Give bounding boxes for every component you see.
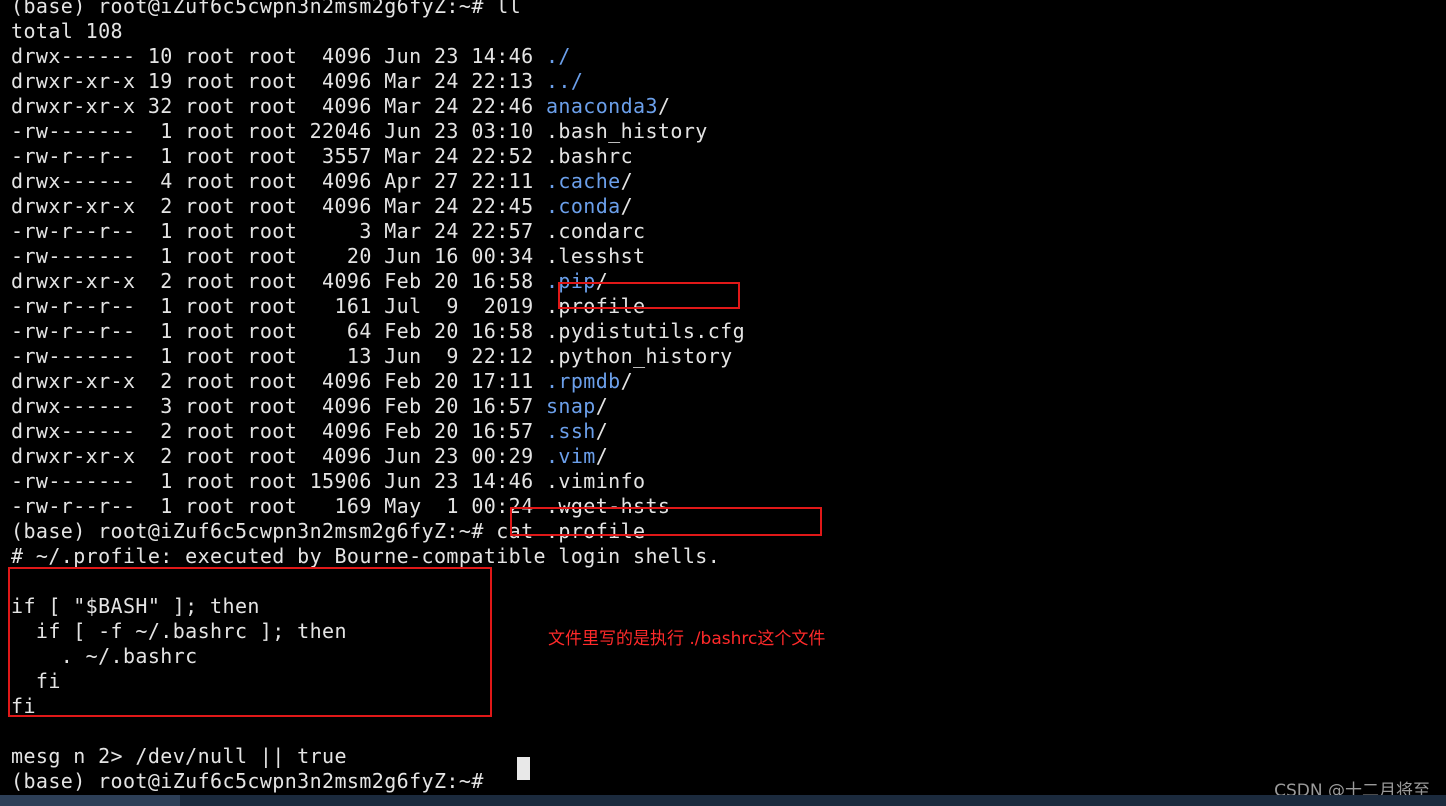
terminal-text: / (657, 94, 671, 118)
directory-name: .conda (545, 194, 621, 218)
terminal-text: / (620, 194, 634, 218)
highlight-box-cat-command (510, 507, 822, 536)
directory-name: .rpmdb (545, 369, 621, 393)
terminal-text: / (595, 419, 609, 443)
terminal-line: -rw-r--r-- 1 root root 3 Mar 24 22:57 .c… (11, 219, 646, 244)
terminal-line: # ~/.profile: executed by Bourne-compati… (11, 544, 720, 569)
terminal-line: mesg n 2> /dev/null || true (11, 744, 347, 769)
terminal-line: -rw------- 1 root root 22046 Jun 23 03:1… (11, 119, 708, 144)
terminal-text: -rw-r--r-- 1 root root 3557 Mar 24 22:52… (11, 144, 634, 168)
terminal-line: total 108 (11, 19, 123, 44)
terminal-text: drwx------ 3 root root 4096 Feb 20 16:57 (11, 394, 546, 418)
terminal-line: drwxr-xr-x 2 root root 4096 Jun 23 00:29… (11, 444, 608, 469)
directory-name: snap (545, 394, 596, 418)
terminal-text: drwxr-xr-x 32 root root 4096 Mar 24 22:4… (11, 94, 546, 118)
directory-name: anaconda3 (545, 94, 658, 118)
terminal-text: drwx------ 10 root root 4096 Jun 23 14:4… (11, 44, 546, 68)
terminal-line: drwx------ 2 root root 4096 Feb 20 16:57… (11, 419, 608, 444)
terminal-line: drwx------ 4 root root 4096 Apr 27 22:11… (11, 169, 633, 194)
terminal-text: drwxr-xr-x 2 root root 4096 Feb 20 16:58 (11, 269, 546, 293)
highlight-box-profile-entry (558, 282, 740, 309)
directory-name: ./ (545, 44, 571, 68)
terminal-line: drwxr-xr-x 32 root root 4096 Mar 24 22:4… (11, 94, 670, 119)
terminal-text: (base) root@iZuf6c5cwpn3n2msm2g6fyZ:~# l… (11, 0, 522, 18)
terminal-line: (base) root@iZuf6c5cwpn3n2msm2g6fyZ:~# l… (11, 0, 521, 19)
terminal-text: / (595, 444, 609, 468)
terminal-line: -rw-r--r-- 1 root root 3557 Mar 24 22:52… (11, 144, 633, 169)
terminal-text: -rw-r--r-- 1 root root 64 Feb 20 16:58 .… (11, 319, 746, 343)
terminal-line: drwxr-xr-x 2 root root 4096 Mar 24 22:45… (11, 194, 633, 219)
annotation-note: 文件里写的是执行 ./bashrc这个文件 (548, 629, 826, 649)
terminal-line: drwxr-xr-x 2 root root 4096 Feb 20 16:58… (11, 269, 608, 294)
terminal-text: / (595, 394, 609, 418)
terminal-line: (base) root@iZuf6c5cwpn3n2msm2g6fyZ:~# (11, 769, 496, 794)
terminal-text: drwx------ 2 root root 4096 Feb 20 16:57 (11, 419, 546, 443)
directory-name: ../ (545, 69, 584, 93)
terminal-line: -rw------- 1 root root 15906 Jun 23 14:4… (11, 469, 646, 494)
highlight-box-bash-block (8, 567, 492, 717)
terminal-text: -rw------- 1 root root 22046 Jun 23 03:1… (11, 119, 708, 143)
terminal-text: # ~/.profile: executed by Bourne-compati… (11, 544, 721, 568)
terminal-text: mesg n 2> /dev/null || true (11, 744, 347, 768)
terminal-line: -rw------- 1 root root 13 Jun 9 22:12 .p… (11, 344, 733, 369)
directory-name: .ssh (545, 419, 596, 443)
directory-name: .vim (545, 444, 596, 468)
terminal-text: drwx------ 4 root root 4096 Apr 27 22:11 (11, 169, 546, 193)
terminal-cursor (517, 757, 530, 780)
terminal-text: total 108 (11, 19, 123, 43)
terminal-text: / (620, 169, 634, 193)
directory-name: .cache (545, 169, 621, 193)
terminal-text: drwxr-xr-x 2 root root 4096 Mar 24 22:45 (11, 194, 546, 218)
terminal-line: drwxr-xr-x 19 root root 4096 Mar 24 22:1… (11, 69, 583, 94)
terminal-text: -rw------- 1 root root 13 Jun 9 22:12 .p… (11, 344, 733, 368)
bottom-bar-segment (0, 795, 180, 806)
terminal-line: -rw-r--r-- 1 root root 64 Feb 20 16:58 .… (11, 319, 745, 344)
terminal-text: (base) root@iZuf6c5cwpn3n2msm2g6fyZ:~# (11, 769, 497, 793)
terminal-line: drwxr-xr-x 2 root root 4096 Feb 20 17:11… (11, 369, 633, 394)
window-bottom-bar (0, 795, 1446, 806)
terminal-window[interactable]: (base) root@iZuf6c5cwpn3n2msm2g6fyZ:~# l… (0, 0, 1446, 795)
terminal-text: drwxr-xr-x 19 root root 4096 Mar 24 22:1… (11, 69, 546, 93)
terminal-line: drwx------ 3 root root 4096 Feb 20 16:57… (11, 394, 608, 419)
terminal-text: -rw------- 1 root root 15906 Jun 23 14:4… (11, 469, 646, 493)
csdn-watermark: CSDN @十二月将至 (1274, 781, 1430, 795)
terminal-text: -rw-r--r-- 1 root root 3 Mar 24 22:57 .c… (11, 219, 646, 243)
terminal-text: drwxr-xr-x 2 root root 4096 Feb 20 17:11 (11, 369, 546, 393)
terminal-text: -rw------- 1 root root 20 Jun 16 00:34 .… (11, 244, 646, 268)
terminal-line: drwx------ 10 root root 4096 Jun 23 14:4… (11, 44, 571, 69)
terminal-text: -rw-r--r-- 1 root root 161 Jul 9 2019 .p… (11, 294, 646, 318)
terminal-text: / (620, 369, 634, 393)
terminal-text: drwxr-xr-x 2 root root 4096 Jun 23 00:29 (11, 444, 546, 468)
terminal-line: -rw------- 1 root root 20 Jun 16 00:34 .… (11, 244, 646, 269)
terminal-line: -rw-r--r-- 1 root root 161 Jul 9 2019 .p… (11, 294, 646, 319)
